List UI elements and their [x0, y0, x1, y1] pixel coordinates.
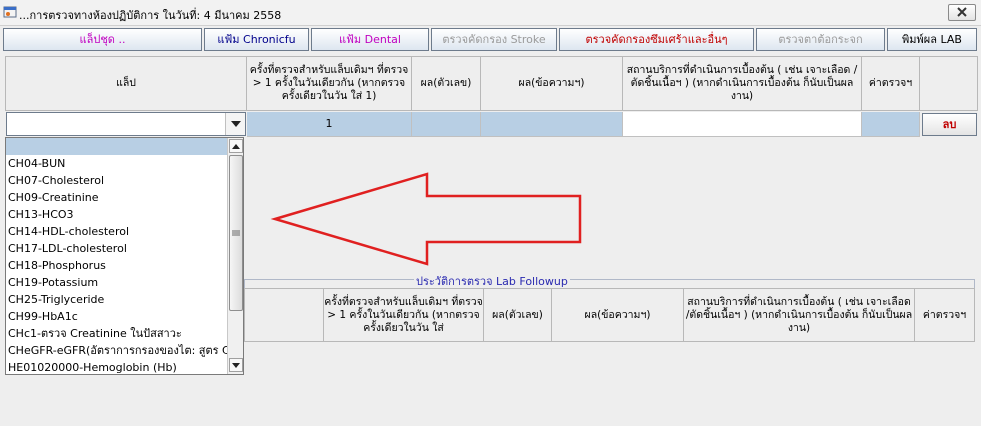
annotation-arrow-icon [270, 172, 582, 266]
